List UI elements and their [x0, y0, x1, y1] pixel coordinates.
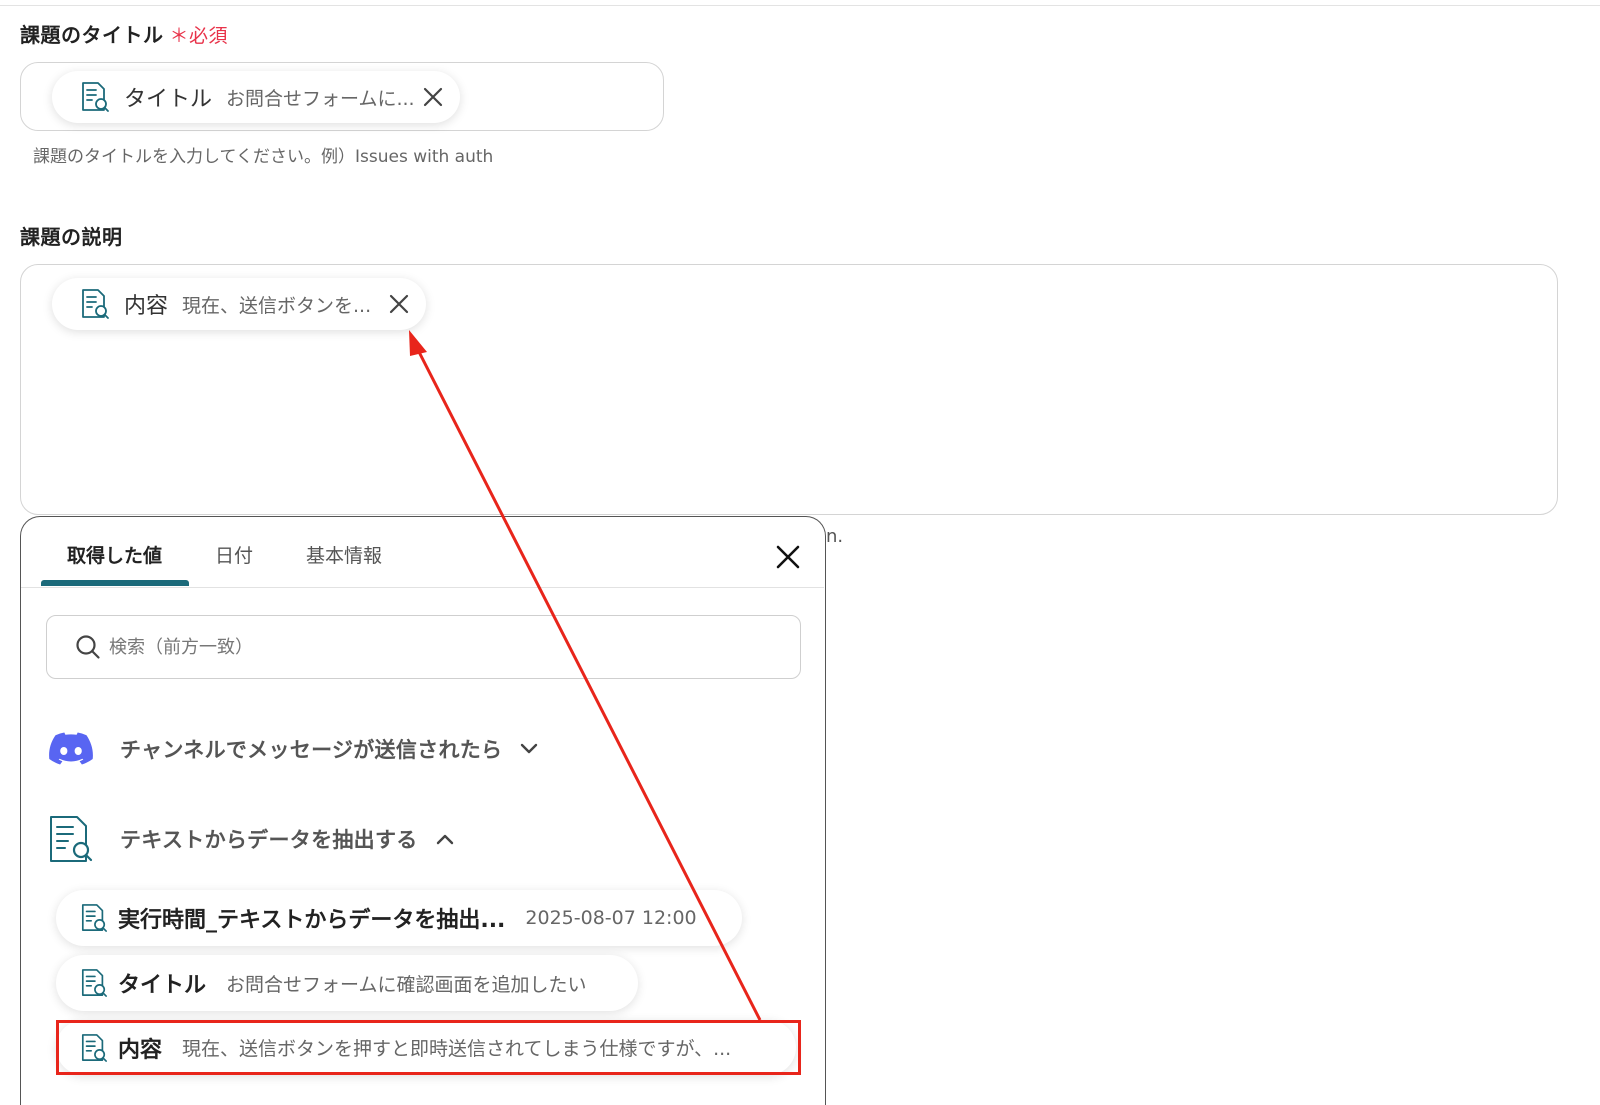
active-tab-indicator: [41, 580, 189, 586]
document-search-icon: [50, 816, 93, 862]
list-item[interactable]: タイトル お問合せフォームに確認画面を追加したい: [56, 955, 638, 1011]
description-hint-fragment: n.: [826, 526, 844, 547]
tab-divider: [21, 587, 824, 588]
document-search-icon: [82, 289, 109, 319]
chip-name: 内容: [124, 294, 169, 319]
document-search-icon: [82, 82, 109, 112]
title-field-label: 課題のタイトル ＊必須: [20, 19, 228, 48]
section-text-extraction[interactable]: テキストからデータを抽出する: [48, 815, 454, 863]
remove-chip-icon[interactable]: [388, 293, 410, 315]
title-hint: 課題のタイトルを入力してください。例）Issues with auth: [33, 147, 494, 167]
chip-value: お問合せフォームに...: [226, 87, 415, 110]
item-name: タイトル: [118, 973, 207, 998]
discord-icon: [49, 732, 93, 765]
section-label: チャンネルでメッセージが送信されたら: [120, 738, 503, 762]
chip-value: 現在、送信ボタンを...: [182, 294, 372, 317]
remove-chip-icon[interactable]: [422, 86, 444, 108]
required-mark: ＊必須: [169, 25, 229, 47]
list-item[interactable]: 実行時間_テキストからデータを抽出... 2025-08-07 12:00: [56, 890, 742, 946]
document-search-icon: [81, 904, 107, 932]
item-value: お問合せフォームに確認画面を追加したい: [226, 973, 587, 996]
top-divider: [0, 5, 1600, 6]
tab-acquired-values[interactable]: 取得した値: [67, 541, 162, 568]
search-icon: [76, 635, 100, 659]
close-icon[interactable]: [775, 544, 801, 570]
title-label-text: 課題のタイトル: [20, 23, 164, 47]
search-input[interactable]: [109, 636, 709, 658]
title-variable-chip[interactable]: タイトル お問合せフォームに...: [52, 71, 460, 123]
item-name: 実行時間_テキストからデータを抽出...: [118, 908, 506, 933]
document-search-icon: [81, 969, 107, 997]
section-label: テキストからデータを抽出する: [120, 828, 418, 852]
chevron-up-icon: [436, 834, 453, 845]
chip-name: タイトル: [124, 87, 213, 112]
section-discord-trigger[interactable]: チャンネルでメッセージが送信されたら: [48, 731, 538, 767]
description-field-label: 課題の説明: [20, 225, 123, 249]
page: 課題のタイトル ＊必須 タイトル お問合せフォームに... 課題のタイトルを入力し…: [0, 0, 1600, 1105]
description-variable-chip[interactable]: 内容 現在、送信ボタンを...: [52, 278, 426, 330]
highlight-box: [56, 1020, 801, 1075]
search-box[interactable]: [46, 615, 801, 679]
variable-picker-panel: 取得した値 日付 基本情報 チャンネルでメッセージが送信されたら: [20, 516, 826, 1105]
chevron-down-icon: [521, 743, 538, 754]
tab-date[interactable]: 日付: [215, 541, 253, 568]
tab-basic-info[interactable]: 基本情報: [306, 541, 382, 568]
item-value: 2025-08-07 12:00: [525, 907, 697, 929]
